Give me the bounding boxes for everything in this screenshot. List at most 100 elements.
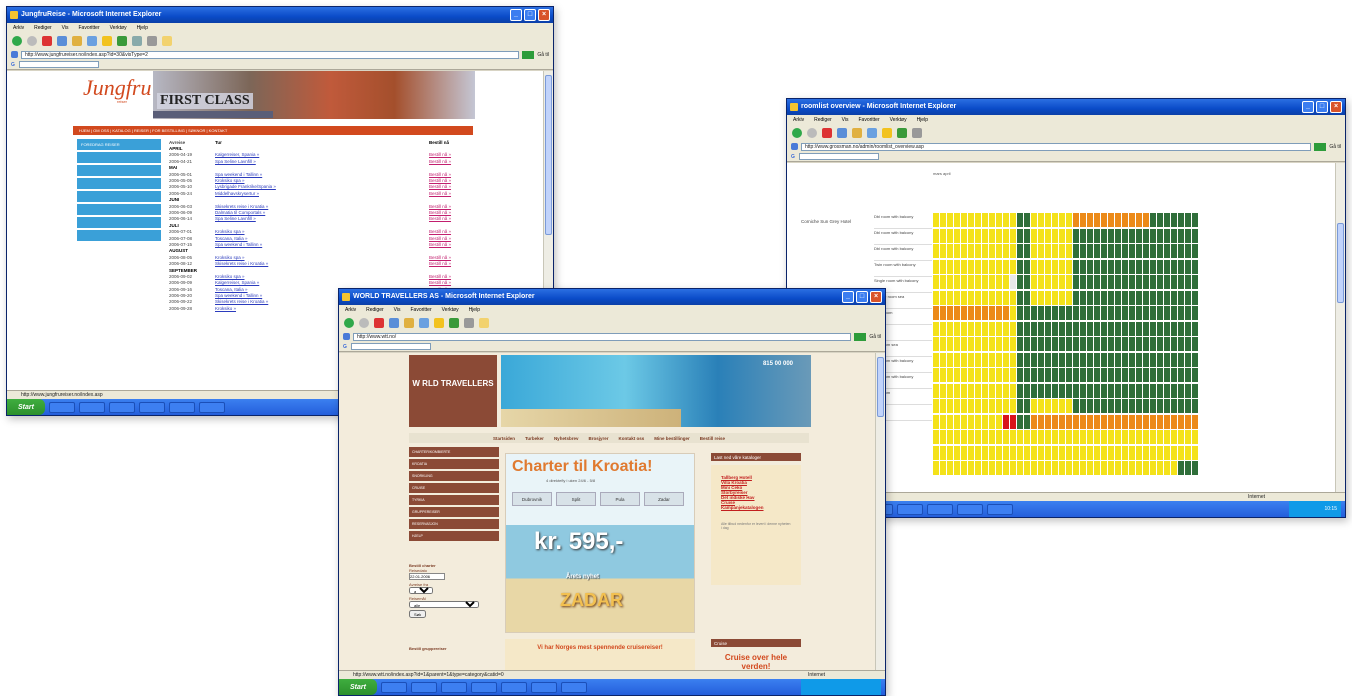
calendar-cell[interactable]: [1101, 383, 1107, 398]
calendar-cell[interactable]: [1080, 445, 1086, 460]
taskbar-item[interactable]: [471, 681, 497, 693]
calendar-cell[interactable]: [954, 414, 960, 429]
calendar-cell[interactable]: [1038, 321, 1044, 336]
tab-split[interactable]: Split: [556, 492, 596, 506]
calendar-cell[interactable]: [1003, 461, 1009, 475]
calendar-cell[interactable]: [1101, 368, 1107, 382]
calendar-cell[interactable]: [1157, 461, 1163, 475]
calendar-cell[interactable]: [1038, 259, 1044, 274]
calendar-cell[interactable]: [1045, 383, 1051, 398]
calendar-cell[interactable]: [1080, 414, 1086, 429]
calendar-cell[interactable]: [1171, 461, 1177, 475]
media-icon[interactable]: [449, 318, 459, 328]
calendar-cell[interactable]: [1122, 321, 1128, 336]
calendar-cell[interactable]: [1185, 414, 1191, 429]
menu-file[interactable]: Arkiv: [13, 25, 24, 31]
menu-edit[interactable]: Rediger: [814, 117, 832, 123]
folder-icon[interactable]: [162, 36, 172, 46]
calendar-cell[interactable]: [1108, 430, 1114, 444]
calendar-cell[interactable]: [1115, 399, 1121, 413]
calendar-cell[interactable]: [1087, 461, 1093, 475]
calendar-cell[interactable]: [1171, 399, 1177, 413]
calendar-cell[interactable]: [1136, 352, 1142, 367]
calendar-cell[interactable]: [1038, 399, 1044, 413]
calendar-cell[interactable]: [1129, 259, 1135, 274]
calendar-cell[interactable]: [1108, 259, 1114, 274]
taskbar-item[interactable]: [199, 401, 225, 413]
calendar-cell[interactable]: [975, 399, 981, 413]
calendar-cell[interactable]: [1094, 414, 1100, 429]
calendar-cell[interactable]: [1059, 383, 1065, 398]
sidebar-item[interactable]: RESERVASJON: [409, 519, 499, 529]
jungfru-logo[interactable]: Jungfru: [83, 75, 151, 101]
calendar-cell[interactable]: [1178, 213, 1184, 227]
calendar-cell[interactable]: [1031, 352, 1037, 367]
favorites-icon[interactable]: [102, 36, 112, 46]
calendar-cell[interactable]: [989, 368, 995, 382]
calendar-cell[interactable]: [975, 306, 981, 320]
stop-icon[interactable]: [374, 318, 384, 328]
calendar-cell[interactable]: [1038, 337, 1044, 351]
calendar-cell[interactable]: [1164, 399, 1170, 413]
calendar-cell[interactable]: [1108, 414, 1114, 429]
print-icon[interactable]: [147, 36, 157, 46]
calendar-cell[interactable]: [1066, 461, 1072, 475]
calendar-cell[interactable]: [961, 461, 967, 475]
google-search-input[interactable]: [18, 61, 99, 68]
calendar-cell[interactable]: [1115, 244, 1121, 258]
calendar-cell[interactable]: [975, 383, 981, 398]
calendar-cell[interactable]: [1094, 383, 1100, 398]
nav-newsletter[interactable]: Nyhetsbrev: [554, 436, 579, 441]
calendar-cell[interactable]: [1066, 414, 1072, 429]
maximize-button[interactable]: □: [524, 9, 536, 21]
calendar-cell[interactable]: [1031, 414, 1037, 429]
calendar-cell[interactable]: [1066, 290, 1072, 305]
calendar-cell[interactable]: [1164, 445, 1170, 460]
scroll-thumb[interactable]: [545, 75, 552, 235]
calendar-cell[interactable]: [1178, 244, 1184, 258]
calendar-cell[interactable]: [940, 213, 946, 227]
calendar-cell[interactable]: [954, 445, 960, 460]
calendar-cell[interactable]: [1164, 368, 1170, 382]
calendar-cell[interactable]: [1178, 290, 1184, 305]
calendar-cell[interactable]: [1150, 383, 1156, 398]
calendar-cell[interactable]: [1171, 213, 1177, 227]
calendar-cell[interactable]: [1045, 461, 1051, 475]
menu-tools[interactable]: Verktøy: [890, 117, 907, 123]
calendar-cell[interactable]: [961, 290, 967, 305]
calendar-cell[interactable]: [1094, 352, 1100, 367]
calendar-cell[interactable]: [1045, 290, 1051, 305]
calendar-cell[interactable]: [1038, 461, 1044, 475]
calendar-cell[interactable]: [1066, 213, 1072, 227]
calendar-cell[interactable]: [940, 368, 946, 382]
calendar-cell[interactable]: [975, 290, 981, 305]
calendar-cell[interactable]: [1164, 213, 1170, 227]
calendar-cell[interactable]: [1024, 368, 1030, 382]
calendar-cell[interactable]: [1024, 306, 1030, 320]
calendar-cell[interactable]: [1164, 244, 1170, 258]
calendar-cell[interactable]: [961, 337, 967, 351]
calendar-cell[interactable]: [933, 414, 939, 429]
calendar-cell[interactable]: [1108, 306, 1114, 320]
calendar-cell[interactable]: [996, 352, 1002, 367]
forward-icon[interactable]: [359, 318, 369, 328]
calendar-cell[interactable]: [968, 321, 974, 336]
calendar-cell[interactable]: [1192, 244, 1198, 258]
calendar-cell[interactable]: [1178, 445, 1184, 460]
calendar-cell[interactable]: [1059, 321, 1065, 336]
calendar-cell[interactable]: [1143, 461, 1149, 475]
calendar-cell[interactable]: [1129, 383, 1135, 398]
calendar-cell[interactable]: [1150, 244, 1156, 258]
search-icon[interactable]: [87, 36, 97, 46]
book-link[interactable]: Bestill nå »: [429, 184, 469, 189]
calendar-cell[interactable]: [1017, 352, 1023, 367]
book-link[interactable]: Bestill nå »: [429, 216, 469, 221]
calendar-cell[interactable]: [1003, 321, 1009, 336]
taskbar-item[interactable]: [169, 401, 195, 413]
menu-file[interactable]: Arkiv: [345, 307, 356, 313]
calendar-cell[interactable]: [1164, 275, 1170, 289]
calendar-cell[interactable]: [1108, 399, 1114, 413]
calendar-cell[interactable]: [1143, 368, 1149, 382]
home-icon[interactable]: [72, 36, 82, 46]
calendar-cell[interactable]: [1031, 337, 1037, 351]
